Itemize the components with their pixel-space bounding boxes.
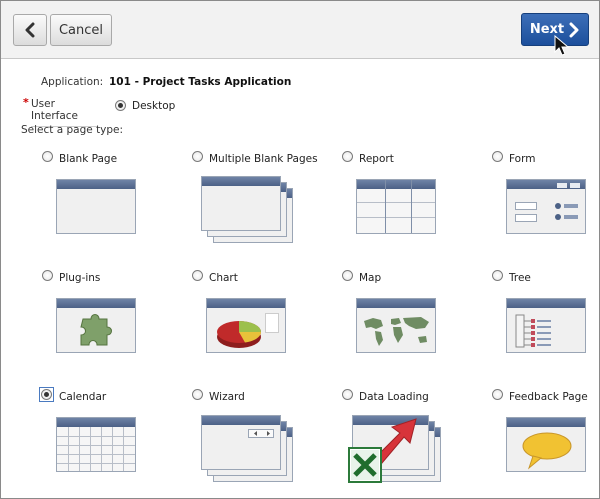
window-frame: [201, 176, 281, 231]
wizard-toolbar: Cancel Next: [1, 1, 599, 59]
chart-thumbnail[interactable]: [206, 298, 286, 353]
application-value: 101 - Project Tasks Application: [109, 76, 292, 88]
map-thumbnail[interactable]: [356, 298, 436, 353]
wizard-thumbnail[interactable]: [201, 415, 293, 482]
speech-bubble-icon: [522, 432, 572, 470]
tree-thumbnail[interactable]: [506, 298, 586, 353]
mouse-pointer-icon: [554, 35, 570, 56]
window-frame: [56, 298, 136, 353]
calendar-grid: [56, 417, 136, 472]
required-indicator: *: [23, 96, 29, 109]
window-frame: [206, 298, 286, 353]
chart-radio[interactable]: [192, 270, 203, 281]
page-type-label: Select a page type:: [21, 124, 124, 136]
create-page-wizard: Cancel Next Application: 101 - Project T…: [0, 0, 600, 499]
chevron-left-icon: [25, 22, 35, 38]
blank-page-thumbnail[interactable]: [56, 179, 136, 234]
desktop-label: Desktop: [132, 100, 176, 112]
cancel-button[interactable]: Cancel: [50, 14, 112, 46]
feedback-page-label: Feedback Page: [509, 391, 588, 403]
multiple-blank-pages-thumbnail[interactable]: [201, 176, 293, 243]
plugins-label: Plug-ins: [59, 272, 101, 284]
cancel-label: Cancel: [58, 22, 104, 38]
feedback-page-thumbnail[interactable]: [506, 417, 586, 472]
multiple-blank-pages-label: Multiple Blank Pages: [209, 153, 318, 165]
plugins-thumbnail[interactable]: [56, 298, 136, 353]
calendar-thumbnail[interactable]: [56, 417, 136, 472]
tree-structure-icon: [515, 314, 551, 348]
window-frame: [506, 298, 586, 353]
form-label: Form: [509, 153, 536, 165]
report-grid: [356, 179, 436, 234]
data-loading-thumbnail[interactable]: [346, 415, 441, 485]
user-interface-label: User Interface: [31, 98, 97, 127]
wizard-nav-arrows-icon: [254, 431, 270, 436]
world-map-icon: [364, 317, 429, 346]
window-frame: [506, 417, 586, 472]
form-thumbnail[interactable]: [506, 179, 586, 234]
calendar-radio[interactable]: [41, 389, 52, 400]
report-radio[interactable]: [342, 151, 353, 162]
window-frame: [506, 179, 586, 234]
data-loading-radio[interactable]: [342, 389, 353, 400]
report-label: Report: [359, 153, 394, 165]
map-label: Map: [359, 272, 382, 284]
window-frame: [356, 298, 436, 353]
multiple-blank-pages-radio[interactable]: [192, 151, 203, 162]
tree-radio[interactable]: [492, 270, 503, 281]
window-frame: [56, 179, 136, 234]
map-radio[interactable]: [342, 270, 353, 281]
plugins-radio[interactable]: [42, 270, 53, 281]
application-label: Application:: [41, 76, 104, 88]
puzzle-piece-icon: [80, 314, 112, 346]
wizard-radio[interactable]: [192, 389, 203, 400]
calendar-label: Calendar: [59, 391, 107, 403]
tree-label: Tree: [509, 272, 531, 284]
wizard-label: Wizard: [209, 391, 245, 403]
form-radio[interactable]: [492, 151, 503, 162]
data-loading-label: Data Loading: [359, 391, 429, 403]
feedback-page-radio[interactable]: [492, 389, 503, 400]
desktop-radio[interactable]: [115, 100, 126, 111]
blank-page-radio[interactable]: [42, 151, 53, 162]
report-thumbnail[interactable]: [356, 179, 436, 234]
blank-page-label: Blank Page: [59, 153, 118, 165]
window-frame: [201, 415, 281, 470]
pie-chart-icon: [217, 321, 261, 348]
chart-label: Chart: [209, 272, 238, 284]
excel-icon: [348, 447, 382, 483]
back-button[interactable]: [13, 14, 47, 46]
